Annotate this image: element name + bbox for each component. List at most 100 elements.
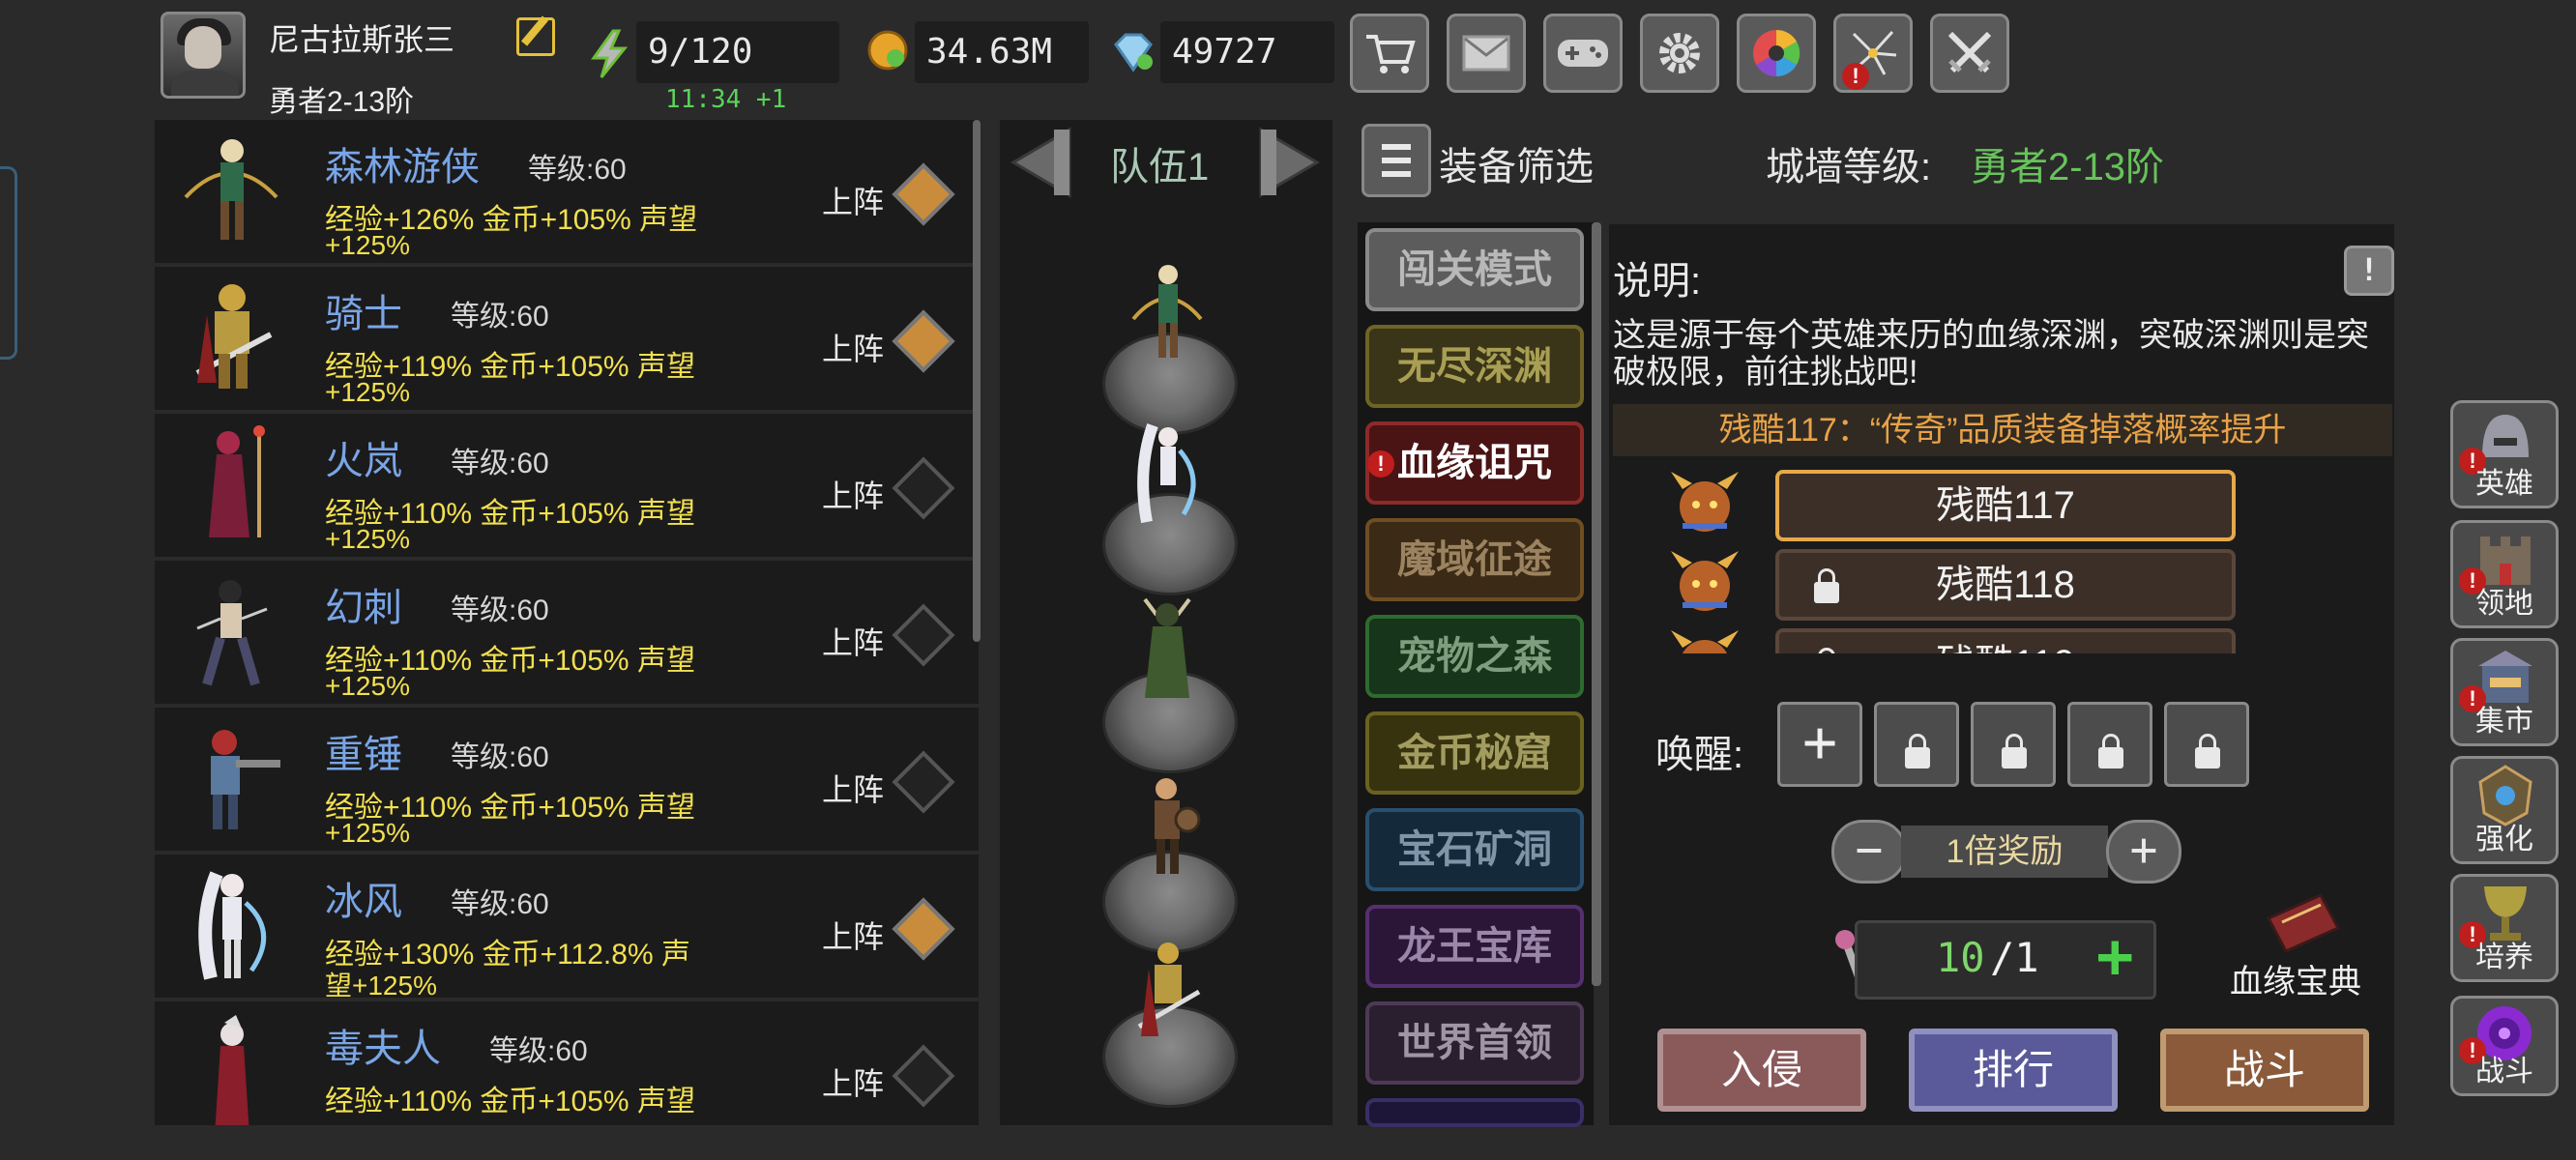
nav-cultivate-button[interactable]: ! 培养 (2450, 874, 2559, 982)
increase-reward-button[interactable]: + (2106, 820, 2181, 884)
fight-button[interactable]: 战斗 (2160, 1029, 2369, 1112)
player-avatar[interactable] (161, 12, 246, 99)
leaderboard-button[interactable]: 排行 (1909, 1029, 2118, 1112)
difficulty-level-button[interactable]: 残酷118 (1775, 549, 2236, 621)
energy-value: 9/120 (636, 21, 839, 83)
swords-icon[interactable] (1930, 14, 2009, 93)
hero-row[interactable]: 骑士 等级:60 经验+119% 金币+105% 声望 +125% 上阵 (155, 267, 979, 414)
demon-boss-icon (1671, 551, 1739, 611)
hero-name: 骑士 (325, 293, 402, 335)
deploy-button[interactable]: 上阵 (822, 472, 884, 516)
lock-icon (1905, 734, 1930, 768)
nav-label: 培养 (2475, 942, 2533, 973)
deploy-toggle-icon[interactable] (892, 1044, 955, 1108)
mode-gem-mine-button[interactable]: 宝石矿洞 (1365, 808, 1584, 891)
hero-row[interactable]: 重锤 等级:60 经验+110% 金币+105% 声望 +125% 上阵 (155, 708, 979, 855)
nav-hero-button[interactable]: ! 英雄 (2450, 400, 2559, 508)
mode-bloodline-curse-button[interactable]: 血缘诅咒 ! (1365, 421, 1584, 505)
difficulty-bonus-text: 残酷117：“传奇”品质装备掉落概率提升 (1613, 404, 2392, 456)
mode-dragon-vault-button[interactable]: 龙王宝库 (1365, 905, 1584, 988)
mode-stage-button[interactable]: 闯关模式 (1365, 228, 1584, 311)
invade-button[interactable]: 入侵 (1657, 1029, 1866, 1112)
mode-gold-cave-button[interactable]: 金币秘窟 (1365, 711, 1584, 795)
mode-endless-abyss-button[interactable]: 无尽深渊 (1365, 325, 1584, 408)
prev-team-arrow-icon[interactable] (1006, 126, 1073, 199)
awaken-slot-locked[interactable] (1971, 702, 2056, 787)
nav-label: 集市 (2475, 706, 2533, 738)
hero-bonus-cont: +125% (325, 671, 410, 701)
player-name: 尼古拉斯张三 (269, 22, 455, 57)
mail-icon[interactable] (1447, 14, 1526, 93)
demon-boss-icon (1671, 630, 1739, 653)
fire-mage-sprite (209, 425, 265, 537)
hero-row[interactable]: 森林游侠 等级:60 经验+126% 金币+105% 声望 +125% 上阵 (155, 120, 979, 267)
fireworks-alert-badge: ! (1842, 63, 1869, 90)
hero-bonus-cont: +125% (325, 230, 410, 260)
hero-row[interactable]: 火岚 等级:60 经验+110% 金币+105% 声望 +125% 上阵 (155, 414, 979, 561)
deploy-toggle-icon[interactable] (892, 309, 955, 373)
forest-ranger-sprite (184, 139, 278, 240)
hero-level: 等级:60 (451, 741, 549, 773)
hero-level: 等级:60 (528, 154, 627, 186)
nav-enhance-button[interactable]: 强化 (2450, 756, 2559, 864)
info-icon[interactable]: ! (2344, 246, 2394, 296)
ticket-count: 10 (1936, 934, 1985, 981)
next-team-arrow-icon[interactable] (1257, 126, 1325, 199)
hero-row[interactable]: 幻刺 等级:60 经验+110% 金币+105% 声望 +125% 上阵 (155, 561, 979, 708)
cart-icon[interactable] (1350, 14, 1429, 93)
decrease-reward-button[interactable]: − (1831, 820, 1907, 884)
gamepad-icon[interactable] (1543, 14, 1623, 93)
deploy-button[interactable]: 上阵 (822, 325, 884, 369)
bloodline-codex-icon[interactable] (2263, 889, 2344, 957)
lock-icon (2002, 734, 2027, 768)
nav-battle-button[interactable]: ! 战斗 (2450, 996, 2559, 1096)
hero-row[interactable]: 毒夫人 等级:60 经验+110% 金币+105% 声望 上阵 (155, 1001, 979, 1125)
hero-list[interactable]: 森林游侠 等级:60 经验+126% 金币+105% 声望 +125% 上阵 骑… (155, 120, 979, 1125)
equipment-filter-button[interactable] (1361, 124, 1431, 197)
mode-world-boss-button[interactable]: 世界首领 (1365, 1001, 1584, 1085)
hero-name: 森林游侠 (325, 146, 480, 188)
hero-name: 火岚 (325, 440, 402, 482)
nav-territory-button[interactable]: ! 领地 (2450, 520, 2559, 628)
gear-icon[interactable] (1640, 14, 1719, 93)
bloodline-codex-label[interactable]: 血缘宝典 (2230, 955, 2361, 1002)
deploy-button[interactable]: 上阵 (822, 1059, 884, 1104)
difficulty-level-button[interactable]: 残酷119 (1775, 628, 2236, 653)
mode-list-scrollbar[interactable] (1592, 222, 1601, 986)
team-knight-sprite (1137, 942, 1201, 1036)
team-ice-wind-sprite (1137, 423, 1196, 524)
mode-demon-journey-button[interactable]: 魔域征途 (1365, 518, 1584, 601)
difficulty-level-button[interactable]: 残酷117 (1775, 470, 2236, 541)
deploy-toggle-icon[interactable] (892, 162, 955, 226)
deploy-button[interactable]: 上阵 (822, 619, 884, 663)
deploy-toggle-icon[interactable] (892, 456, 955, 520)
fireworks-icon[interactable]: ! (1833, 14, 1913, 93)
deploy-toggle-icon[interactable] (892, 897, 955, 961)
mode-next-button-partial[interactable] (1365, 1098, 1584, 1127)
hero-row[interactable]: 冰风 等级:60 经验+130% 金币+112.8% 声 望+125% 上阵 (155, 855, 979, 1001)
hero-bonus-cont: +125% (325, 377, 410, 407)
add-ticket-button[interactable]: + (2096, 926, 2134, 988)
edit-name-icon[interactable] (516, 17, 555, 56)
awaken-slot-locked[interactable] (2067, 702, 2152, 787)
deploy-toggle-icon[interactable] (892, 750, 955, 814)
nav-market-button[interactable]: ! 集市 (2450, 638, 2559, 746)
deploy-button[interactable]: 上阵 (822, 913, 884, 957)
mode-pet-forest-button[interactable]: 宠物之森 (1365, 615, 1584, 698)
hero-level: 等级:60 (451, 448, 549, 479)
side-drawer-tab[interactable] (0, 166, 17, 360)
color-wheel-icon[interactable] (1737, 14, 1816, 93)
deploy-button[interactable]: 上阵 (822, 178, 884, 222)
mode-list[interactable]: 闯关模式 无尽深渊 血缘诅咒 ! 魔域征途 宠物之森 金币秘窟 宝石矿洞 龙王宝… (1358, 222, 1594, 1127)
awaken-slot-add-icon[interactable]: + (1777, 702, 1862, 787)
difficulty-list[interactable]: 残酷117 残酷118 残酷119 (1609, 464, 2394, 653)
deploy-toggle-icon[interactable] (892, 603, 955, 667)
nav-label: 战斗 (2475, 1056, 2533, 1088)
hero-list-scrollbar[interactable] (973, 120, 981, 642)
awaken-slot-locked[interactable] (1874, 702, 1959, 787)
awaken-slot-locked[interactable] (2164, 702, 2249, 787)
hero-level: 等级:60 (451, 594, 549, 626)
deploy-button[interactable]: 上阵 (822, 766, 884, 810)
energy-icon (591, 29, 629, 78)
lock-icon (2195, 734, 2220, 768)
